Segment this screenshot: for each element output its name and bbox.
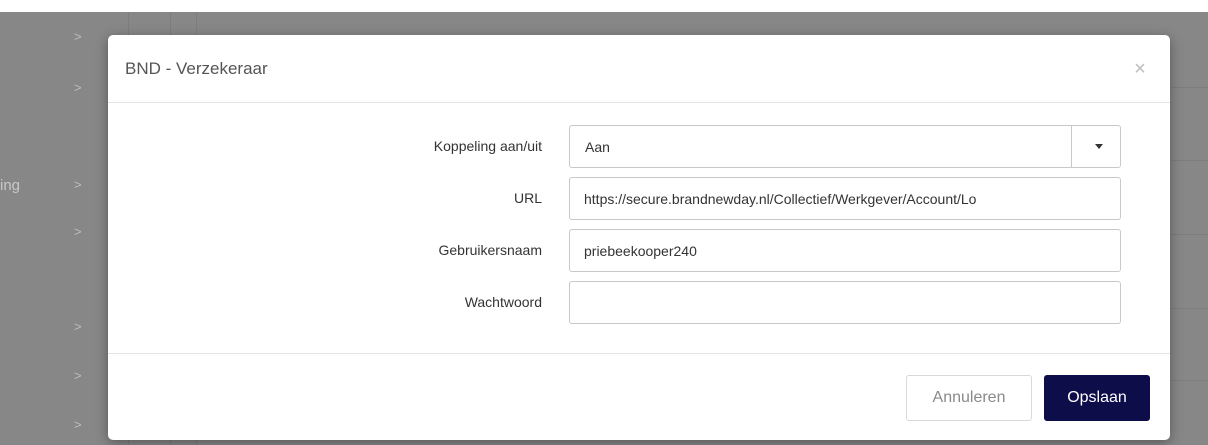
chevron-right-icon[interactable]: > <box>74 418 84 432</box>
bg-row-divider <box>1170 87 1208 88</box>
caret-down-icon[interactable] <box>1095 144 1103 149</box>
koppeling-label: Koppeling aan/uit <box>433 138 542 154</box>
form-row-wachtwoord: Wachtwoord <box>108 281 1170 325</box>
url-label: URL <box>513 190 542 206</box>
cancel-button[interactable]: Annuleren <box>906 375 1032 421</box>
dialog-header: BND - Verzekeraar × <box>108 35 1170 103</box>
insurer-dialog: BND - Verzekeraar × Koppeling aan/uit Aa… <box>108 35 1170 440</box>
form-row-gebruikersnaam: Gebruikersnaam <box>108 229 1170 273</box>
password-input[interactable] <box>569 281 1121 324</box>
chevron-right-icon[interactable]: > <box>74 369 84 383</box>
form-row-koppeling: Koppeling aan/uit Aan <box>108 125 1170 169</box>
chevron-right-icon[interactable]: > <box>74 30 84 44</box>
wachtwoord-label: Wachtwoord <box>464 294 542 310</box>
koppeling-selected-value: Aan <box>585 139 610 155</box>
close-icon[interactable]: × <box>1132 59 1148 79</box>
bg-row-divider <box>1170 160 1208 161</box>
bg-row-divider <box>1170 234 1208 235</box>
url-input[interactable] <box>569 177 1121 220</box>
save-button[interactable]: Opslaan <box>1044 375 1150 421</box>
select-divider <box>1071 126 1072 167</box>
username-input[interactable] <box>569 229 1121 272</box>
background-row-label: ing <box>0 177 21 194</box>
gebruikersnaam-label: Gebruikersnaam <box>438 242 543 258</box>
chevron-right-icon[interactable]: > <box>74 320 84 334</box>
dialog-title: BND - Verzekeraar <box>125 59 268 78</box>
chevron-right-icon[interactable]: > <box>74 225 84 239</box>
chevron-right-icon[interactable]: > <box>74 81 84 95</box>
koppeling-select[interactable]: Aan <box>569 125 1121 168</box>
form-row-url: URL <box>108 177 1170 221</box>
dialog-footer: Annuleren Opslaan <box>108 353 1170 441</box>
chevron-right-icon[interactable]: > <box>74 178 84 192</box>
background-header <box>0 0 1208 12</box>
bg-row-divider <box>1170 308 1208 309</box>
bg-row-divider <box>1170 380 1208 381</box>
